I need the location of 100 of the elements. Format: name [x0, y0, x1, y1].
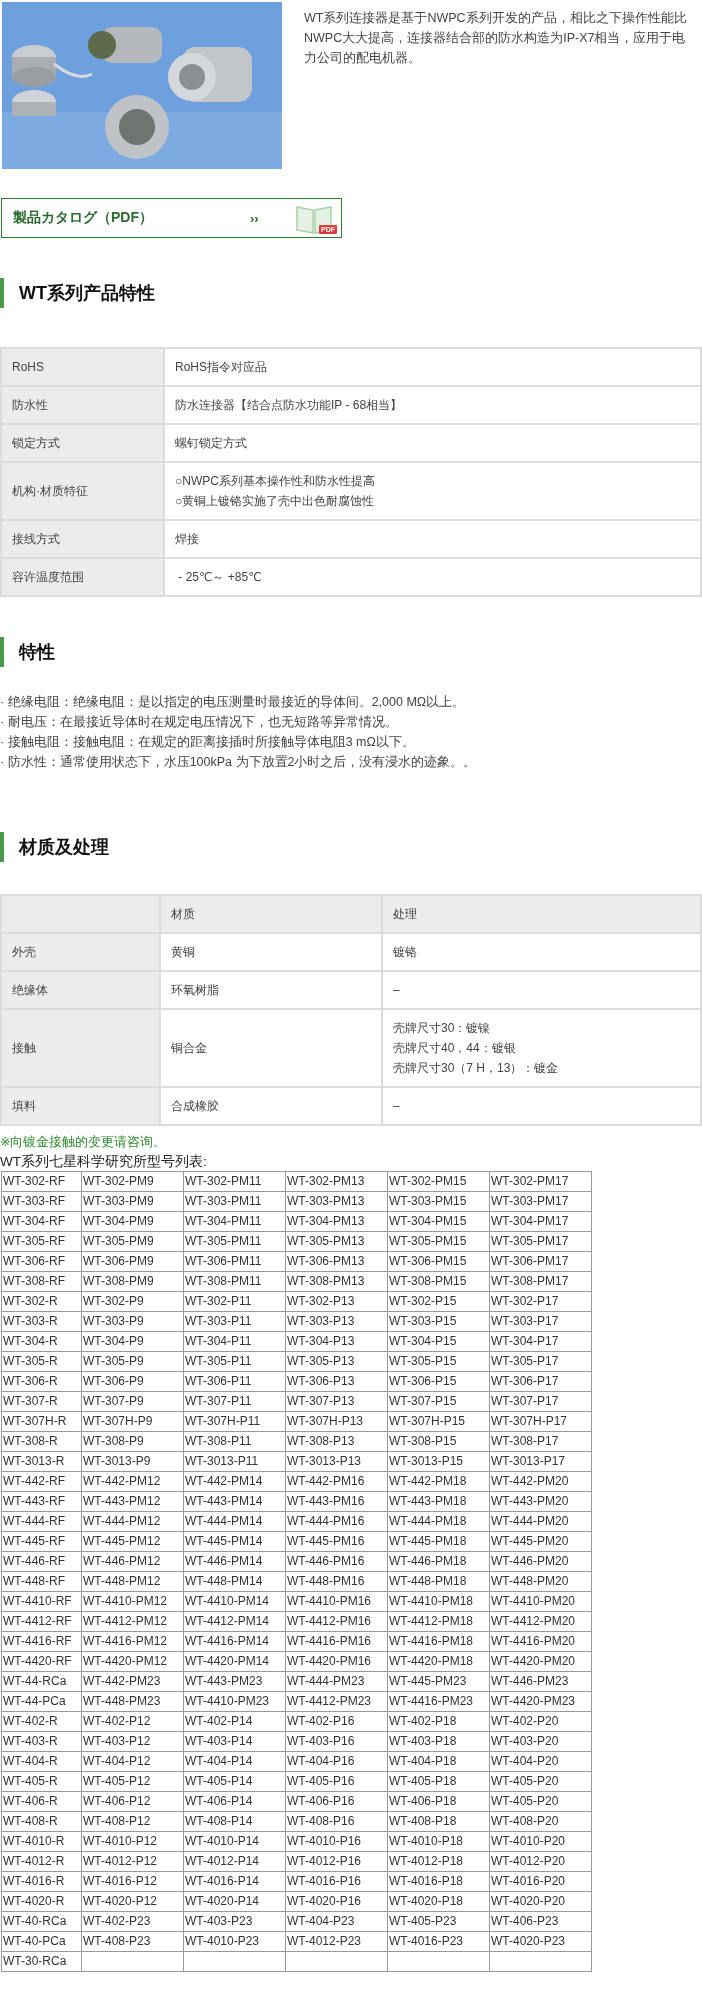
column-header: 处理 [382, 895, 701, 933]
table-cell: WT-442-RF [1, 1471, 82, 1492]
table-cell: WT-4020-P18 [387, 1891, 490, 1912]
table-cell: WT-308-P15 [387, 1431, 490, 1452]
table-cell: WT-408-P18 [387, 1811, 490, 1832]
book-icon [294, 203, 334, 235]
table-cell: WT-308-P17 [489, 1431, 592, 1452]
table-cell: WT-445-PM20 [489, 1531, 592, 1552]
table-cell: WT-446-PM14 [183, 1551, 286, 1572]
table-cell: WT-402-R [1, 1711, 82, 1732]
table-cell: WT-305-PM15 [387, 1231, 490, 1252]
table-cell: WT-307-P15 [387, 1391, 490, 1412]
table-cell: WT-3013-R [1, 1451, 82, 1472]
table-cell: WT-405-P16 [285, 1771, 388, 1792]
table-cell: WT-308-PM13 [285, 1271, 388, 1292]
table-cell: WT-446-PM18 [387, 1551, 490, 1572]
table-cell: WT-442-PM12 [81, 1471, 184, 1492]
row-label: 接触 [1, 1009, 160, 1087]
table-cell: WT-302-RF [1, 1171, 82, 1192]
table-cell: WT-303-P13 [285, 1311, 388, 1332]
table-cell: WT-444-PM12 [81, 1511, 184, 1532]
table-cell: WT-448-PM20 [489, 1571, 592, 1592]
table-cell: 环氧树脂 [160, 971, 382, 1009]
table-cell: WT-4012-P18 [387, 1851, 490, 1872]
table-cell: WT-402-P23 [81, 1911, 184, 1932]
table-cell: WT-403-P14 [183, 1731, 286, 1752]
table-cell: WT-307H-P11 [183, 1411, 286, 1432]
table-cell: WT-30-RCa [1, 1951, 82, 1972]
table-cell: WT-303-R [1, 1311, 82, 1332]
table-cell: WT-308-RF [1, 1271, 82, 1292]
table-cell: WT-4012-P16 [285, 1851, 388, 1872]
table-cell: WT-4010-P18 [387, 1831, 490, 1852]
table-cell: WT-448-PM18 [387, 1571, 490, 1592]
table-cell: WT-305-P17 [489, 1351, 592, 1372]
table-cell: WT-4420-PM23 [489, 1691, 592, 1712]
table-cell: WT-402-P12 [81, 1711, 184, 1732]
table-cell: WT-304-PM13 [285, 1211, 388, 1232]
table-cell: WT-4420-PM12 [81, 1651, 184, 1672]
row-label: 填料 [1, 1087, 160, 1125]
section-heading: 特性 [0, 637, 702, 667]
table-cell: WT-445-PM18 [387, 1531, 490, 1552]
chevron-icon: ›› [250, 210, 259, 226]
table-cell: WT-444-PM14 [183, 1511, 286, 1532]
table-cell: WT-406-P14 [183, 1791, 286, 1812]
table-cell: WT-408-P14 [183, 1811, 286, 1832]
table-cell: WT-405-P14 [183, 1771, 286, 1792]
table-cell: WT-4016-P16 [285, 1871, 388, 1892]
table-cell: WT-408-P20 [489, 1811, 592, 1832]
table-cell: WT-307-P11 [183, 1391, 286, 1412]
table-cell: WT-306-P13 [285, 1371, 388, 1392]
table-cell: WT-302-P17 [489, 1291, 592, 1312]
table-cell: WT-4416-RF [1, 1631, 82, 1652]
table-cell: WT-4016-R [1, 1871, 82, 1892]
table-cell: WT-4420-PM20 [489, 1651, 592, 1672]
table-cell: WT-406-P23 [489, 1911, 592, 1932]
table-cell: WT-404-P20 [489, 1751, 592, 1772]
column-header: 材质 [160, 895, 382, 933]
table-cell: WT-446-RF [1, 1551, 82, 1572]
table-cell: WT-405-R [1, 1771, 82, 1792]
table-cell: WT-44-PCa [1, 1691, 82, 1712]
spec-label: 接线方式 [1, 520, 164, 558]
table-cell: WT-445-PM23 [387, 1671, 490, 1692]
table-cell: WT-304-P15 [387, 1331, 490, 1352]
table-cell: WT-443-PM12 [81, 1491, 184, 1512]
table-cell: WT-444-PM20 [489, 1511, 592, 1532]
table-cell: WT-403-P12 [81, 1731, 184, 1752]
table-cell: WT-445-RF [1, 1531, 82, 1552]
feature-item: · 绝缘电阻：绝缘电阻：是以指定的电压测量时最接近的导体间。2,000 MΩ以上。 [0, 694, 467, 711]
table-cell: WT-442-PM14 [183, 1471, 286, 1492]
table-cell: WT-406-R [1, 1791, 82, 1812]
spec-label: 防水性 [1, 386, 164, 424]
spec-label: 机构·材质特征 [1, 462, 164, 520]
table-cell: WT-4012-P20 [489, 1851, 592, 1872]
table-cell: WT-304-P13 [285, 1331, 388, 1352]
table-cell: WT-306-R [1, 1371, 82, 1392]
feature-item: · 防水性：通常使用状态下，水压100kPa 为下放置2小时之后，没有浸水的迹象。。 [0, 754, 478, 771]
table-cell: WT-302-PM13 [285, 1171, 388, 1192]
table-cell: WT-306-P15 [387, 1371, 490, 1392]
table-cell: WT-405-P18 [387, 1771, 490, 1792]
table-cell: WT-402-P18 [387, 1711, 490, 1732]
table-cell: WT-304-PM11 [183, 1211, 286, 1232]
table-cell: WT-307-P9 [81, 1391, 184, 1412]
table-cell: WT-307-R [1, 1391, 82, 1412]
table-cell: WT-4016-P14 [183, 1871, 286, 1892]
spec-value: 防水连接器【结合点防水功能IP - 68相当】 [164, 386, 701, 424]
table-cell: WT-306-P17 [489, 1371, 592, 1392]
table-cell: WT-4412-RF [1, 1611, 82, 1632]
table-cell: – [382, 1087, 701, 1125]
table-cell: WT-4420-RF [1, 1651, 82, 1672]
table-cell: WT-4416-PM20 [489, 1631, 592, 1652]
table-cell: WT-305-PM9 [81, 1231, 184, 1252]
table-cell: WT-302-PM15 [387, 1171, 490, 1192]
section-heading: WT系列产品特性 [0, 278, 702, 308]
table-cell: WT-4416-PM16 [285, 1631, 388, 1652]
table-cell: WT-404-P18 [387, 1751, 490, 1772]
table-cell: WT-304-R [1, 1331, 82, 1352]
table-cell: WT-307H-P17 [489, 1411, 592, 1432]
spec-value: ○NWPC系列基本操作性和防水性提高 ○黄铜上镀铬实施了壳中出色耐腐蚀性 [164, 462, 701, 520]
table-cell: WT-303-PM13 [285, 1191, 388, 1212]
table-cell: WT-4410-RF [1, 1591, 82, 1612]
